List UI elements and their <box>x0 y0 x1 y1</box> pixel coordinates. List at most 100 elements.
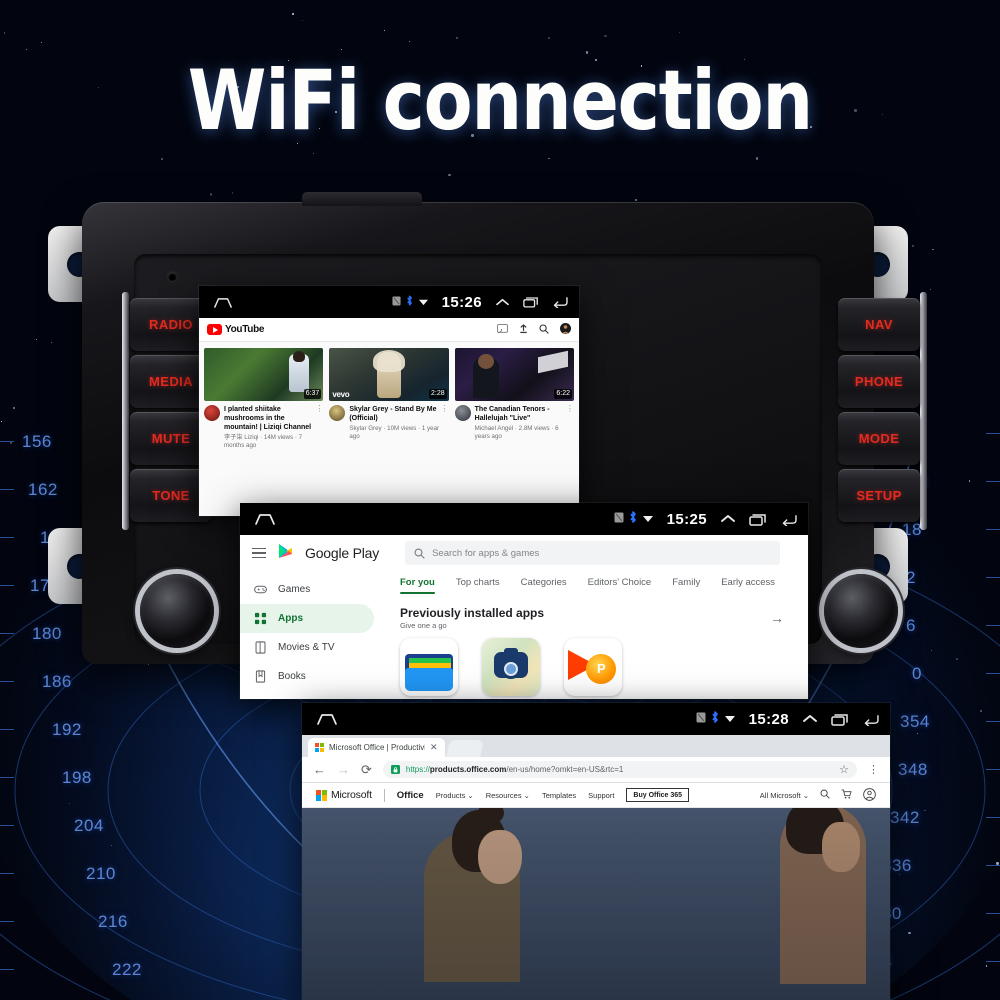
left-button-rail <box>122 292 129 530</box>
star-dot <box>742 87 743 89</box>
radar-tick <box>0 681 14 682</box>
video-card[interactable]: vevo 2:28 Skylar Grey - Stand By Me (Off… <box>329 348 449 516</box>
search-input[interactable]: Search for apps & games <box>405 541 781 565</box>
media-player-icon[interactable]: P <box>564 638 622 696</box>
section-more-arrow-icon[interactable]: → <box>770 610 784 626</box>
home-icon[interactable] <box>254 512 276 526</box>
setup-button[interactable]: SETUP <box>838 469 920 522</box>
sidebar-item-apps[interactable]: Apps <box>240 604 374 633</box>
account-icon[interactable] <box>863 787 876 803</box>
star-dot <box>340 49 342 51</box>
radar-scale-label: 216 <box>98 912 128 931</box>
expand-up-icon[interactable] <box>495 297 510 308</box>
video-title[interactable]: I planted shiitake mushrooms in the moun… <box>224 405 323 432</box>
tab-categories[interactable]: Categories <box>521 577 567 588</box>
back-icon[interactable] <box>780 513 798 526</box>
volume-knob[interactable] <box>140 574 214 648</box>
video-thumbnail[interactable]: vevo 2:28 <box>329 348 449 401</box>
expand-up-icon[interactable] <box>802 713 818 725</box>
close-icon[interactable]: ✕ <box>430 742 438 753</box>
tab-for-you[interactable]: For you <box>400 577 435 595</box>
cart-icon[interactable] <box>841 789 852 801</box>
star-dot <box>408 40 410 42</box>
nav-link-resources[interactable]: Resources ⌄ <box>486 791 530 800</box>
camera-maps-icon[interactable] <box>482 638 540 696</box>
back-icon[interactable]: ← <box>313 762 326 777</box>
tune-knob[interactable] <box>824 574 898 648</box>
video-thumbnail[interactable]: 6:22 <box>454 348 574 401</box>
star-dot <box>448 174 451 177</box>
cast-icon[interactable] <box>497 321 508 339</box>
video-card[interactable]: 6:37 I planted shiitake mushrooms in the… <box>204 348 324 516</box>
chassis-top-notch <box>302 192 422 206</box>
channel-avatar[interactable] <box>329 405 346 421</box>
star-dot <box>1 421 2 422</box>
video-duration: 2:28 <box>429 389 447 399</box>
file-manager-icon[interactable] <box>400 638 458 696</box>
channel-avatar[interactable] <box>204 405 220 421</box>
tab-early-access[interactable]: Early access <box>721 577 775 588</box>
nav-link-templates[interactable]: Templates <box>542 791 576 800</box>
browser-tab[interactable]: Microsoft Office | Productivi ✕ <box>308 738 445 757</box>
search-icon[interactable] <box>820 789 830 801</box>
microsoft-logo-icon <box>316 789 327 801</box>
video-card[interactable]: 6:22 The Canadian Tenors - Hallelujah "L… <box>454 348 574 516</box>
radar-tick <box>986 673 1000 674</box>
buy-office-365-button[interactable]: Buy Office 365 <box>626 788 690 802</box>
phone-button[interactable]: PHONE <box>838 355 920 408</box>
wifi-icon <box>642 510 654 528</box>
mode-button[interactable]: MODE <box>838 412 920 465</box>
home-icon[interactable] <box>316 712 338 726</box>
microsoft-brand[interactable]: Microsoft <box>316 789 372 801</box>
forward-icon[interactable]: → <box>337 762 350 777</box>
office-link[interactable]: Office <box>397 790 424 801</box>
menu-hamburger-icon[interactable] <box>252 547 266 559</box>
url-prefix: https:// <box>405 765 430 774</box>
radar-tick <box>986 625 1000 626</box>
all-microsoft-dropdown[interactable]: All Microsoft ⌄ <box>760 791 809 800</box>
video-duration: 6:22 <box>554 389 572 399</box>
video-title[interactable]: Skylar Grey - Stand By Me (Official) <box>349 405 448 423</box>
tab-family[interactable]: Family <box>672 577 700 588</box>
back-icon[interactable] <box>862 713 880 726</box>
browser-menu-icon[interactable]: ⋮ <box>868 763 879 776</box>
nav-link-products[interactable]: Products ⌄ <box>436 791 474 800</box>
url-input[interactable]: https://products.office.com/en-us/home?o… <box>382 761 857 778</box>
video-title[interactable]: The Canadian Tenors - Hallelujah "Live" <box>475 405 574 423</box>
tab-top-charts[interactable]: Top charts <box>456 577 500 588</box>
sidebar-item-games[interactable]: Games <box>240 575 392 604</box>
video-menu-icon[interactable]: ⋮ <box>441 405 449 413</box>
recents-icon[interactable] <box>523 296 539 308</box>
account-avatar[interactable] <box>560 321 571 339</box>
recents-icon[interactable] <box>749 513 767 526</box>
radar-tick <box>986 577 1000 578</box>
recents-icon[interactable] <box>831 713 849 726</box>
google-play-logo-icon <box>278 543 293 564</box>
radar-tick <box>986 961 1000 962</box>
upload-icon[interactable] <box>519 321 528 339</box>
video-menu-icon[interactable]: ⋮ <box>566 405 574 413</box>
channel-avatar[interactable] <box>454 405 471 421</box>
wifi-icon <box>418 293 429 311</box>
new-tab-button[interactable] <box>445 740 484 757</box>
previously-installed-section: Previously installed apps Give one a go … <box>396 606 808 630</box>
home-icon[interactable] <box>213 296 233 309</box>
star-dot <box>932 248 934 251</box>
video-duration: 6:37 <box>303 389 322 399</box>
back-icon[interactable] <box>552 296 569 308</box>
google-play-tabs: For you Top charts Categories Editors' C… <box>396 577 808 595</box>
star-dot <box>318 127 320 129</box>
video-menu-icon[interactable]: ⋮ <box>315 405 323 413</box>
radar-tick <box>0 537 14 538</box>
search-icon[interactable] <box>539 321 549 339</box>
sidebar-item-movies-tv[interactable]: Movies & TV <box>240 633 392 662</box>
nav-button[interactable]: NAV <box>838 298 920 351</box>
bookmark-star-icon[interactable]: ☆ <box>839 763 849 776</box>
video-thumbnail[interactable]: 6:37 <box>204 348 324 401</box>
sidebar-item-books[interactable]: Books <box>240 662 392 691</box>
tab-editors-choice[interactable]: Editors' Choice <box>588 577 652 588</box>
expand-up-icon[interactable] <box>720 513 736 525</box>
reload-icon[interactable]: ⟳ <box>361 762 372 778</box>
nav-link-support[interactable]: Support <box>588 791 614 800</box>
star-dot <box>755 157 759 160</box>
